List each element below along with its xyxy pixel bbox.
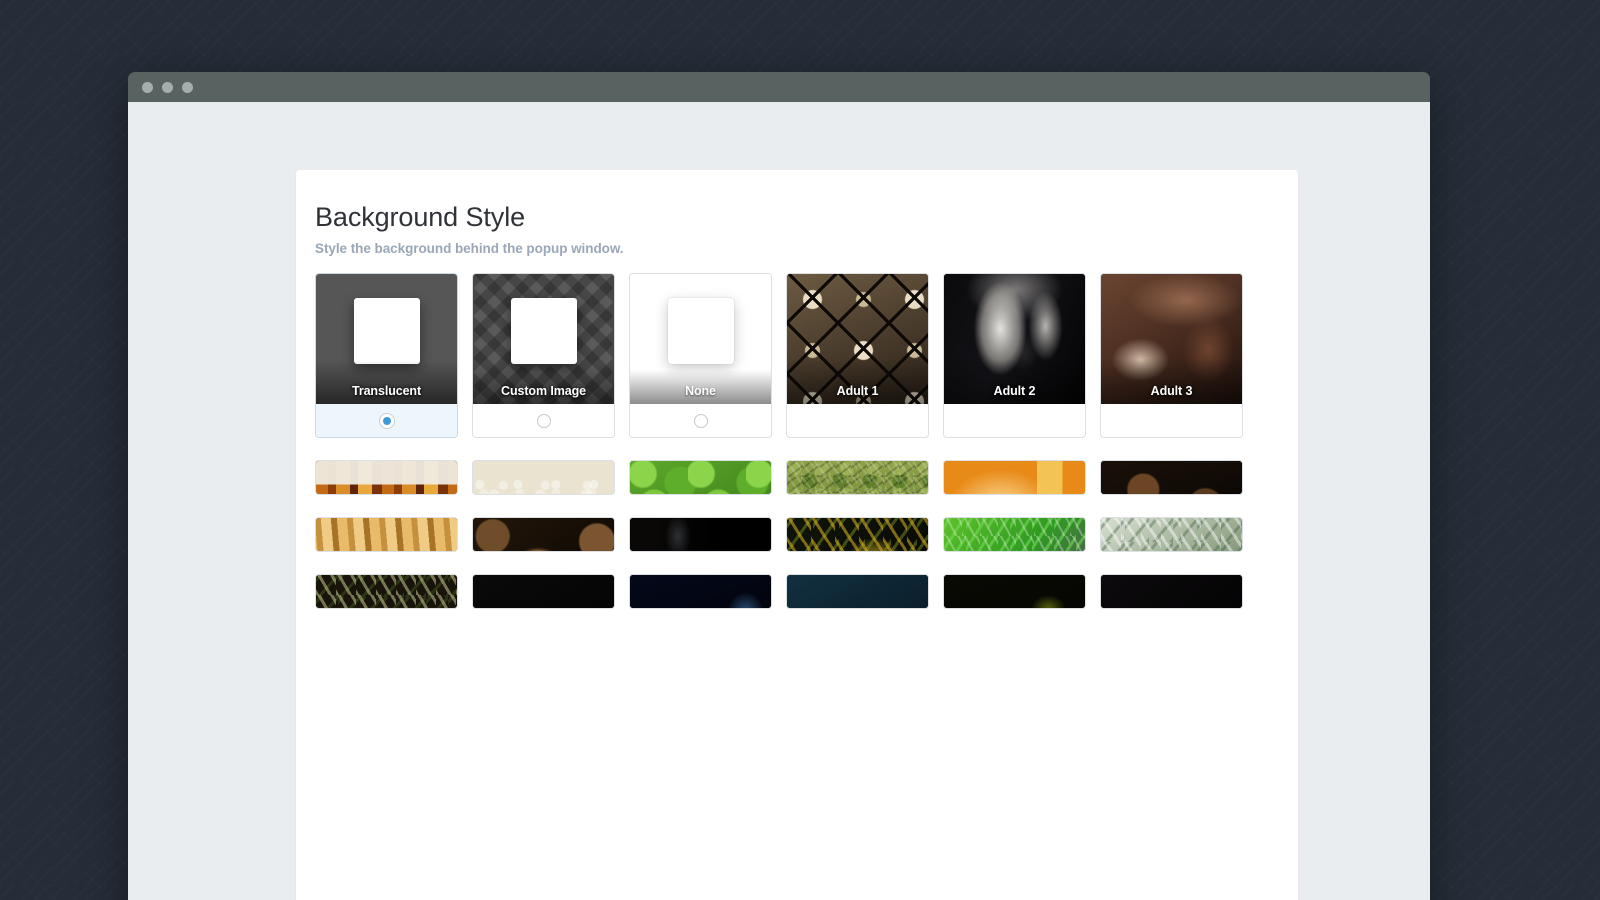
style-thumbnail (944, 575, 1085, 609)
style-thumbnail: Cigar 1 (1101, 461, 1242, 495)
maximize-window-button[interactable] (182, 81, 193, 93)
background-style-grid: Translucent Custom Image None Adult 1 Adult … (296, 273, 1298, 610)
style-card[interactable]: Cigar 2 (315, 517, 458, 553)
style-card-footer[interactable] (316, 404, 457, 438)
style-thumbnail: Marijuana 2 (944, 518, 1085, 552)
style-thumbnail (787, 575, 928, 609)
style-thumbnail (473, 575, 614, 609)
style-card[interactable] (472, 574, 615, 610)
style-card-footer[interactable] (473, 404, 614, 438)
style-thumbnail: Beer 3 (630, 461, 771, 495)
style-thumbnail: Adult 2 (944, 274, 1085, 405)
style-card[interactable] (943, 574, 1086, 610)
style-thumbnail: Adult 1 (787, 274, 928, 405)
browser-window: Background Style Style the background be… (128, 72, 1430, 900)
style-thumbnail (630, 575, 771, 609)
style-card[interactable]: Cigar 1 (1100, 460, 1243, 496)
style-thumbnail: Marijuana 3 (1101, 518, 1242, 552)
style-radio-button[interactable] (693, 414, 708, 429)
browser-titlebar[interactable] (128, 72, 1430, 102)
page-subtitle: Style the background behind the popup wi… (315, 241, 624, 257)
style-thumbnail: Adult 3 (1101, 274, 1242, 405)
style-radio-button[interactable] (536, 414, 551, 429)
style-card[interactable]: None (629, 273, 772, 439)
style-card-label: Adult 3 (1150, 384, 1193, 399)
style-thumbnail: Beer 4 (787, 461, 928, 495)
style-card-footer[interactable] (630, 404, 771, 438)
style-thumbnail: None (630, 274, 771, 405)
style-card-label: Adult 2 (993, 384, 1036, 399)
style-thumbnail: Custom Image (473, 274, 614, 405)
style-thumbnail: Beer 2 (473, 461, 614, 495)
style-thumbnail: Beer 5 (944, 461, 1085, 495)
style-card[interactable]: Marijuana 1 (786, 517, 929, 553)
style-card[interactable]: Beer 1 (315, 460, 458, 496)
style-thumbnail: Cigar 2 (316, 518, 457, 552)
style-card[interactable]: Adult 1 (786, 273, 929, 439)
style-thumbnail (316, 575, 457, 609)
style-card[interactable]: Beer 5 (943, 460, 1086, 496)
style-card[interactable] (1100, 574, 1243, 610)
style-card[interactable] (315, 574, 458, 610)
style-card[interactable]: Cigar 4 (629, 517, 772, 553)
style-card[interactable] (786, 574, 929, 610)
style-thumbnail (1101, 575, 1242, 609)
style-card[interactable]: Translucent (315, 273, 458, 439)
style-card[interactable]: Cigar 3 (472, 517, 615, 553)
panel-header: Background Style Style the background be… (296, 202, 1298, 256)
style-thumbnail: Beer 1 (316, 461, 457, 495)
close-window-button[interactable] (142, 81, 153, 93)
minimize-window-button[interactable] (162, 81, 173, 93)
style-thumbnail: Translucent (316, 274, 457, 405)
page-title: Background Style (315, 202, 526, 232)
style-card-label: Custom Image (501, 384, 586, 399)
style-card-label: Translucent (351, 384, 422, 399)
browser-viewport: Background Style Style the background be… (128, 102, 1430, 900)
style-card[interactable]: Adult 3 (1100, 273, 1243, 439)
style-thumbnail: Cigar 4 (630, 518, 771, 552)
style-card[interactable]: Marijuana 3 (1100, 517, 1243, 553)
style-thumbnail: Cigar 3 (473, 518, 614, 552)
style-card[interactable]: Beer 4 (786, 460, 929, 496)
style-card[interactable]: Marijuana 2 (943, 517, 1086, 553)
style-radio-button[interactable] (379, 414, 394, 429)
style-thumbnail: Marijuana 1 (787, 518, 928, 552)
style-card[interactable]: Beer 3 (629, 460, 772, 496)
background-style-panel: Background Style Style the background be… (296, 170, 1298, 900)
style-card[interactable]: Custom Image (472, 273, 615, 439)
style-card-label: None (685, 384, 716, 399)
style-card[interactable]: Adult 2 (943, 273, 1086, 439)
style-card-label: Adult 1 (836, 384, 879, 399)
style-card[interactable]: Beer 2 (472, 460, 615, 496)
style-card[interactable] (629, 574, 772, 610)
